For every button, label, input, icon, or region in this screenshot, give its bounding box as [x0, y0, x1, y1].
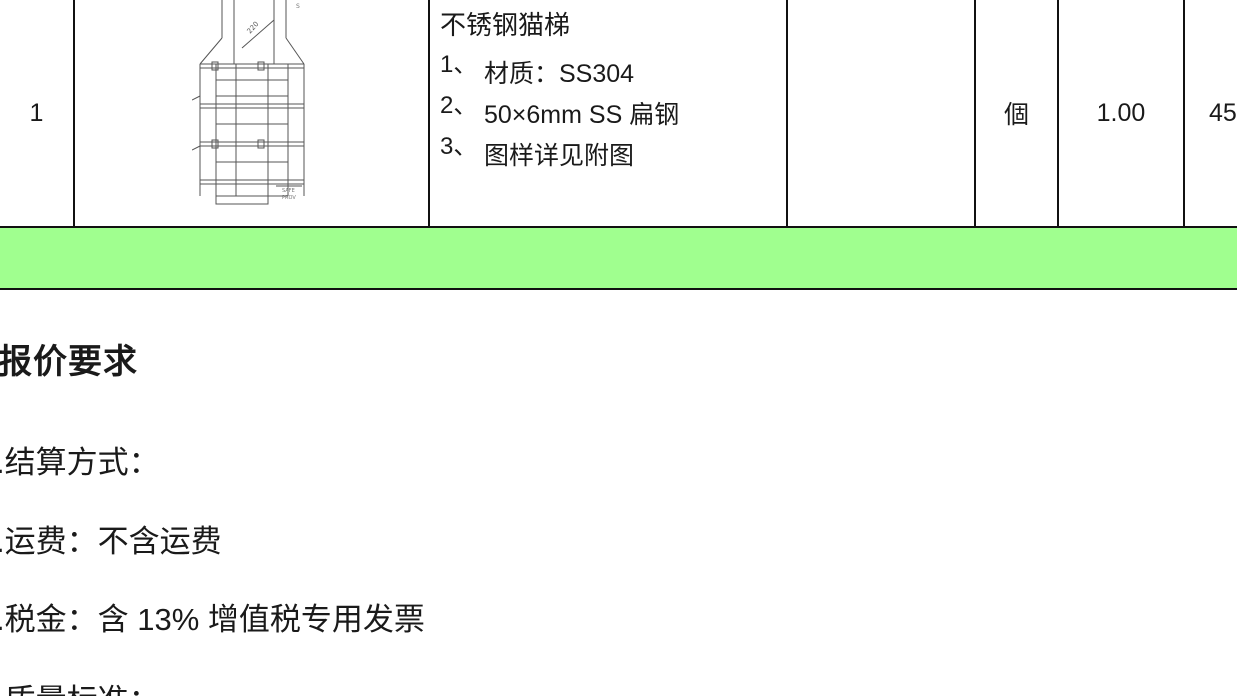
total-row-cell	[0, 226, 1237, 290]
spec-number: 3、	[440, 133, 478, 160]
table-row: 1 220 S SAFE PROV 不锈钢猫梯 1、 材质：SS304 2、 5…	[0, 0, 1237, 228]
item-title: 不锈钢猫梯	[440, 10, 571, 40]
requirement-item: .结算方式：	[0, 445, 160, 480]
spec-cell	[786, 0, 976, 228]
requirement-item: .质量标准：	[0, 675, 160, 696]
unit-cell: 個	[974, 0, 1059, 228]
requirement-item: .税金：含 13% 增值税专用发票	[0, 602, 425, 637]
drawing-label-prov: PROV	[282, 195, 296, 201]
total-row	[0, 226, 1237, 290]
drawing-label-top: S	[296, 3, 300, 10]
spec-text: 图样详见附图	[484, 142, 635, 170]
quantity-cell: 1.00	[1057, 0, 1185, 228]
section-heading: 报价要求	[0, 343, 138, 381]
quote-document: 1 220 S SAFE PROV 不锈钢猫梯 1、 材质：SS304 2、 5…	[0, 0, 1237, 696]
spec-number: 2、	[440, 92, 478, 119]
drawing-dimension: 220	[245, 20, 260, 35]
spec-item: 1、 材质：SS304	[440, 52, 776, 93]
spec-item: 3、 图样详见附图	[440, 134, 776, 175]
spec-number: 1、	[440, 51, 478, 78]
spec-text: 50×6mm SS 扁钢	[484, 101, 680, 129]
requirement-item: .运费：不含运费	[0, 524, 222, 559]
quote-table: 1 220 S SAFE PROV 不锈钢猫梯 1、 材质：SS304 2、 5…	[0, 0, 1237, 290]
spec-text: 材质：SS304	[484, 60, 635, 88]
price-cell: 45	[1183, 0, 1237, 228]
description-cell: 不锈钢猫梯 1、 材质：SS304 2、 50×6mm SS 扁钢 3、 图样详…	[428, 0, 788, 228]
ladder-drawing: 220 S SAFE PROV	[191, 0, 304, 205]
row-number: 1	[0, 0, 75, 228]
spec-item: 2、 50×6mm SS 扁钢	[440, 93, 776, 134]
drawing-label-safe: SAFE	[282, 188, 295, 194]
ladder-drawing-cell: 220 S SAFE PROV	[73, 0, 430, 228]
